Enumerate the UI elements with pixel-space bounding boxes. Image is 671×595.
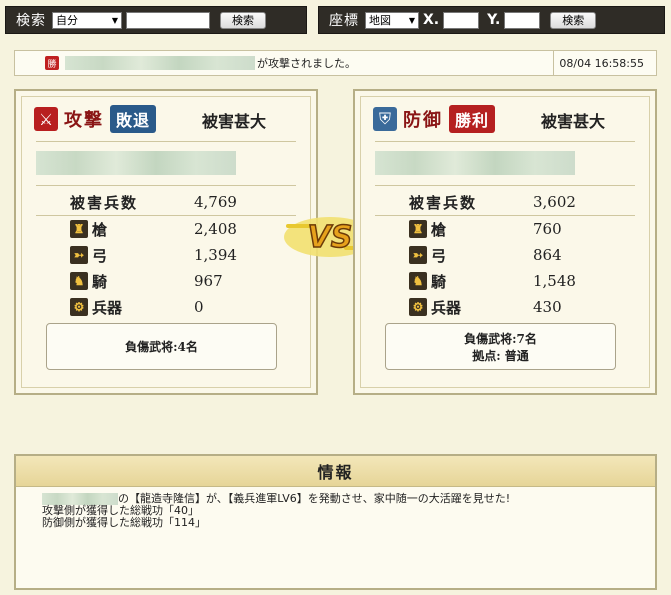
info-title: 情報	[16, 456, 655, 487]
search-type-select[interactable]: 自分 ▼	[52, 11, 122, 29]
notice-message: が攻撃されました。	[257, 57, 356, 70]
total-casualties-row: 被害兵数 3,602	[409, 193, 576, 212]
spear-icon: ♜	[409, 220, 427, 238]
y-coord-input[interactable]	[504, 11, 541, 29]
spear-icon: ♜	[70, 220, 88, 238]
notice-divider	[553, 51, 554, 75]
unit-row: ⚙ 兵器 0	[70, 294, 280, 320]
coord-label: 座標	[329, 13, 359, 29]
unit-row: ➳ 弓 864	[409, 242, 619, 268]
total-casualties-row: 被害兵数 4,769	[70, 193, 237, 212]
damage-level: 被害甚大	[541, 112, 606, 131]
bow-icon: ➳	[409, 246, 427, 264]
result-badge-lose: 敗退	[110, 105, 157, 133]
search-button[interactable]: 検索	[220, 11, 266, 29]
wounded-generals: 負傷武将:7名	[464, 331, 537, 346]
coord-search-bar: 座標 地図 ▼ X. Y. 検索	[318, 6, 665, 34]
damage-level: 被害甚大	[202, 112, 267, 131]
x-label: X.	[423, 12, 440, 28]
siege-weapon-icon: ⚙	[70, 298, 88, 316]
unit-row: ♜ 槍 2,408	[70, 216, 280, 242]
attack-panel: ⚔ 攻撃 敗退 被害甚大 被害兵数 4,769 ♜ 槍 2,408 ➳ 弓 1,39…	[14, 89, 318, 395]
unit-row: ♜ 槍 760	[409, 216, 619, 242]
wounded-generals: 負傷武将:4名	[125, 340, 198, 354]
x-coord-input[interactable]	[443, 11, 480, 29]
search-label: 検索	[16, 13, 46, 29]
info-panel: 情報 の【龍造寺隆信】が、【義兵進軍LV6】を発動させ、家中随一の大活躍を見せた…	[14, 454, 657, 590]
notice-time: 08/04 16:58:55	[559, 56, 644, 70]
vs-text: VS	[307, 219, 353, 256]
defense-title: 防御	[403, 110, 443, 131]
horse-icon: ♞	[409, 272, 427, 290]
wounded-generals-box: 負傷武将:4名	[46, 323, 277, 370]
battle-notice: 勝 が攻撃されました。 08/04 16:58:55	[14, 50, 657, 76]
search-input[interactable]	[126, 11, 210, 29]
attack-title: 攻撃	[64, 110, 104, 131]
attacker-name-blurred	[36, 151, 236, 175]
unit-row: ➳ 弓 1,394	[70, 242, 280, 268]
unit-row: ♞ 騎 967	[70, 268, 280, 294]
player-name-blurred	[65, 56, 255, 70]
search-bar: 検索 自分 ▼ 検索	[5, 6, 307, 34]
siege-weapon-icon: ⚙	[409, 298, 427, 316]
horse-icon: ♞	[70, 272, 88, 290]
info-line-defense-merit: 防御側が獲得した総戦功「114」	[42, 516, 206, 529]
chevron-down-icon: ▼	[111, 15, 118, 25]
base-status: 拠点: 普通	[472, 348, 529, 363]
wounded-generals-box: 負傷武将:7名 拠点: 普通	[385, 323, 616, 370]
unit-row: ♞ 騎 1,548	[409, 268, 619, 294]
crossed-swords-icon: ⚔	[34, 107, 58, 131]
defense-panel: ⛨ 防御 勝利 被害甚大 被害兵数 3,602 ♜ 槍 760 ➳ 弓 864 ♞ 騎…	[353, 89, 657, 395]
win-badge: 勝	[45, 56, 59, 70]
helmet-icon: ⛨	[373, 107, 397, 131]
defender-name-blurred	[375, 151, 575, 175]
result-badge-win: 勝利	[449, 105, 496, 133]
unit-row: ⚙ 兵器 430	[409, 294, 619, 320]
bow-icon: ➳	[70, 246, 88, 264]
map-select[interactable]: 地図 ▼	[365, 11, 419, 29]
y-label: Y.	[487, 12, 501, 28]
coord-search-button[interactable]: 検索	[550, 11, 597, 29]
chevron-down-icon: ▼	[408, 15, 415, 25]
